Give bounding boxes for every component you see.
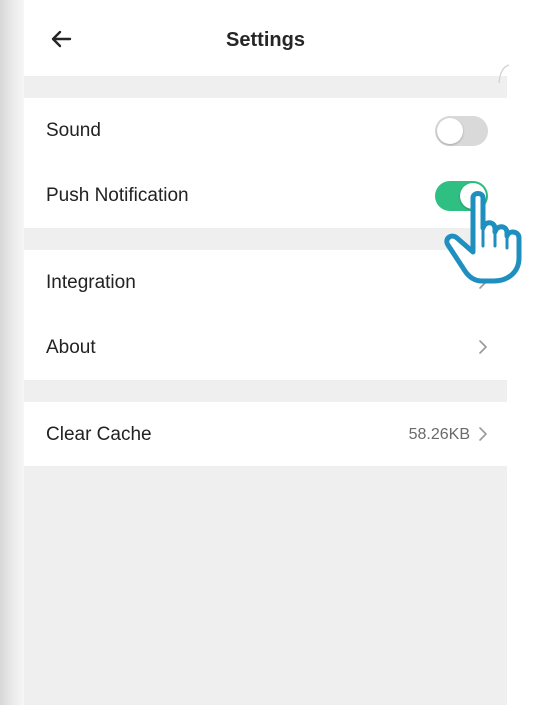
integration-label: Integration [46, 272, 136, 293]
sound-toggle[interactable] [435, 116, 488, 146]
settings-screen: Settings Sound Push Notification Integra… [24, 0, 507, 705]
top-app-bar: Settings [24, 0, 507, 76]
notifications-group: Sound Push Notification [24, 98, 507, 228]
screen-edge-curve [498, 64, 510, 84]
about-label: About [46, 337, 96, 358]
clear-cache-row[interactable]: Clear Cache 58.26KB [24, 402, 507, 466]
sound-row[interactable]: Sound [24, 98, 507, 163]
info-group: Integration About [24, 250, 507, 380]
push-notification-row[interactable]: Push Notification [24, 163, 507, 228]
clear-cache-label: Clear Cache [46, 424, 152, 445]
toggle-knob [437, 118, 463, 144]
right-margin [507, 0, 535, 705]
integration-row[interactable]: Integration [24, 250, 507, 315]
chevron-right-icon [477, 338, 489, 356]
storage-group: Clear Cache 58.26KB [24, 402, 507, 466]
pointer-hand-icon [444, 191, 522, 284]
left-shadow [0, 0, 24, 705]
chevron-right-icon [477, 425, 489, 443]
sound-label: Sound [46, 120, 101, 141]
push-notification-label: Push Notification [46, 185, 189, 206]
page-title: Settings [226, 29, 305, 51]
cache-size-value: 58.26KB [408, 426, 470, 443]
about-row[interactable]: About [24, 315, 507, 380]
